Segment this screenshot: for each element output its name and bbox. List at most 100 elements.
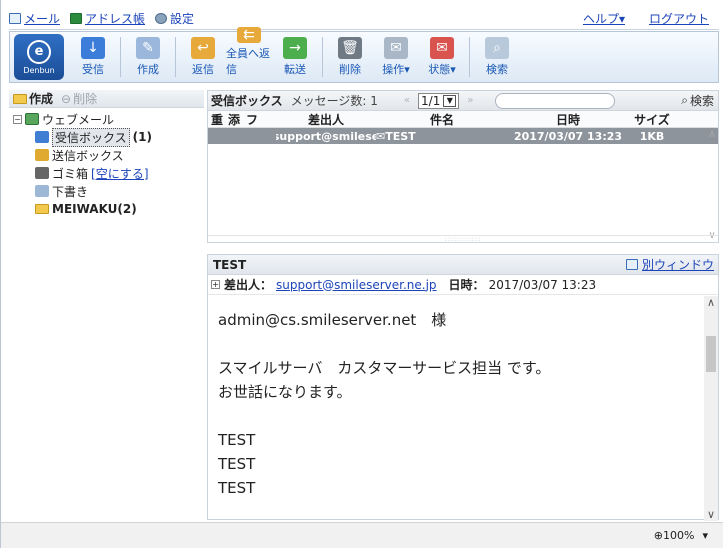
page-select[interactable]: 1/1 ▼ [418, 92, 460, 109]
reply-icon: ↩ [191, 37, 215, 59]
body-line [218, 332, 706, 356]
body-line: admin@cs.smileserver.net 様 [218, 311, 447, 329]
create-folder-button[interactable]: 作成 [13, 90, 53, 107]
list-search-button[interactable]: ⌕ 検索 [681, 92, 714, 109]
col-attachment[interactable]: 添 [228, 111, 246, 127]
col-flag[interactable]: フ [246, 111, 276, 127]
forward-label: 転送 [284, 63, 306, 76]
logout-link[interactable]: ログアウト [649, 10, 709, 27]
tree-root-webmail[interactable]: − ウェブメール [13, 110, 204, 128]
help-link[interactable]: ヘルプ▾ [583, 10, 625, 27]
reply-all-button[interactable]: ⇇ 全員へ返信 [226, 27, 272, 80]
folder-meiwaku-label: MEIWAKU(2) [52, 202, 137, 216]
row-attachment [228, 128, 246, 144]
logo-mark: e [27, 39, 51, 64]
operation-button[interactable]: ✉ 操作▾ [373, 34, 419, 80]
status-button[interactable]: ✉ 状態▾ [419, 34, 465, 80]
folder-drafts-label: 下書き [52, 184, 89, 199]
col-size[interactable]: サイズ [628, 111, 676, 127]
trash-icon: 🗑 [338, 37, 362, 59]
chevron-down-icon: ▼ [443, 94, 457, 107]
folder-tree: − ウェブメール 受信ボックス (1) 送信ボックス ゴミ箱 [空にする] 下書き M… [9, 108, 204, 218]
row-size: 1KB [639, 129, 665, 143]
addressbook-link-label[interactable]: アドレス帳 [85, 10, 145, 27]
zoom-dropdown[interactable]: ▾ [702, 529, 708, 542]
mail-link[interactable]: メール [9, 10, 60, 27]
folder-trash-label: ゴミ箱 [52, 166, 89, 181]
zoom-level: 100% [663, 529, 695, 542]
zoom-control[interactable]: ⊕100% [654, 529, 695, 542]
from-label: 差出人： [224, 278, 273, 292]
col-subject[interactable]: 件名 [376, 111, 508, 127]
create-folder-label: 作成 [29, 92, 54, 106]
toolbar: e Denbun ↓ 受信 ✎ 作成 ↩ 返信 ⇇ 全員へ返信 → 転送 🗑 削除 ✉ 操作▾ … [9, 27, 719, 83]
message-list-pane: 受信ボックス メッセージ数: 1 « 1/1 ▼ » ⌕ 検索 重 添 フ 差出人 … [207, 90, 719, 243]
scroll-up-icon[interactable]: ∧ [708, 129, 715, 140]
top-nav: メール アドレス帳 設定 ヘルプ▾ ログアウト [9, 8, 719, 30]
status-label: 状態▾ [428, 63, 456, 76]
scroll-down-icon[interactable]: ∨ [707, 508, 715, 521]
body-scrollbar[interactable]: ∧ ∨ [704, 296, 718, 521]
row-flag [246, 128, 276, 144]
next-page-button[interactable]: » [467, 95, 473, 106]
app-window: メール アドレス帳 設定 ヘルプ▾ ログアウト e Denbun ↓ 受信 ✎ 作成 … [0, 0, 723, 548]
status-bar: ⊕100% ▾ [1, 522, 723, 548]
folder-drafts[interactable]: 下書き [13, 182, 204, 200]
row-priority [208, 128, 228, 144]
col-date[interactable]: 日時 [508, 111, 628, 127]
settings-link-label[interactable]: 設定 [170, 10, 194, 27]
pane-resize-handle[interactable]: :::::::::::: [208, 235, 718, 243]
preview-header: TEST 別ウィンドウ [208, 255, 718, 275]
settings-link[interactable]: 設定 [155, 10, 194, 27]
body-line: TEST [218, 431, 256, 449]
date-label: 日時： [448, 278, 485, 292]
row-subject-text: TEST [385, 129, 416, 143]
scroll-thumb[interactable] [706, 336, 716, 372]
expand-icon[interactable]: + [211, 280, 220, 289]
scroll-up-icon[interactable]: ∧ [707, 296, 715, 309]
toolbar-separator [120, 37, 121, 77]
collapse-icon[interactable]: − [13, 114, 22, 124]
addressbook-link[interactable]: アドレス帳 [70, 10, 145, 27]
folder-sent-label: 送信ボックス [52, 148, 124, 163]
forward-button[interactable]: → 転送 [272, 34, 318, 80]
row-subject: ✉ TEST [376, 128, 508, 144]
preview-info: + 差出人： support@smileserver.ne.jp 日時： 201… [208, 275, 718, 295]
preview-pane: TEST 別ウィンドウ + 差出人： support@smileserver.n… [207, 254, 719, 521]
mail-link-label[interactable]: メール [24, 10, 60, 27]
receive-button[interactable]: ↓ 受信 [70, 34, 116, 80]
body-line: TEST [218, 479, 256, 497]
operation-label: 操作▾ [382, 63, 410, 76]
compose-icon: ✎ [136, 37, 160, 59]
body-line: スマイルサーバ カスタマーサービス担当 です。 [218, 359, 551, 377]
from-address-link[interactable]: support@smileserver.ne.jp [276, 278, 437, 292]
toolbar-separator [322, 37, 323, 77]
compose-button[interactable]: ✎ 作成 [125, 34, 171, 80]
table-row[interactable]: support@smilese ✉ TEST 2017/03/07 13:23 1… [208, 128, 718, 144]
delete-folder-label: 削除 [73, 92, 98, 106]
top-nav-right: ヘルプ▾ ログアウト [583, 10, 719, 27]
prev-page-button[interactable]: « [404, 95, 410, 106]
folder-trash[interactable]: ゴミ箱 [空にする] [13, 164, 204, 182]
mail-icon [9, 13, 21, 24]
folder-pane-header: 作成 ⊖ 削除 [9, 90, 204, 108]
forward-icon: → [283, 37, 307, 59]
list-search-input[interactable] [495, 92, 616, 109]
folder-inbox[interactable]: 受信ボックス (1) [13, 127, 204, 147]
col-priority[interactable]: 重 [208, 111, 228, 127]
list-scrollbar[interactable]: ∧ ∨ [706, 129, 718, 241]
new-window-link[interactable]: 別ウィンドウ [625, 256, 714, 273]
trash-icon: ⊖ [61, 91, 72, 106]
col-from[interactable]: 差出人 [276, 111, 376, 127]
folder-meiwaku[interactable]: MEIWAKU(2) [13, 200, 204, 218]
folder-sent[interactable]: 送信ボックス [13, 146, 204, 164]
reply-all-label: 全員へ返信 [226, 47, 270, 76]
denbun-logo: e Denbun [14, 34, 64, 80]
delete-button[interactable]: 🗑 削除 [327, 34, 373, 80]
reply-button[interactable]: ↩ 返信 [180, 34, 226, 80]
search-button[interactable]: ⌕ 検索 [474, 34, 520, 80]
empty-trash-link[interactable]: [空にする] [91, 165, 148, 182]
drafts-icon [35, 185, 49, 197]
inbox-unread-count: (1) [132, 130, 152, 144]
message-count: メッセージ数: 1 [290, 94, 378, 108]
